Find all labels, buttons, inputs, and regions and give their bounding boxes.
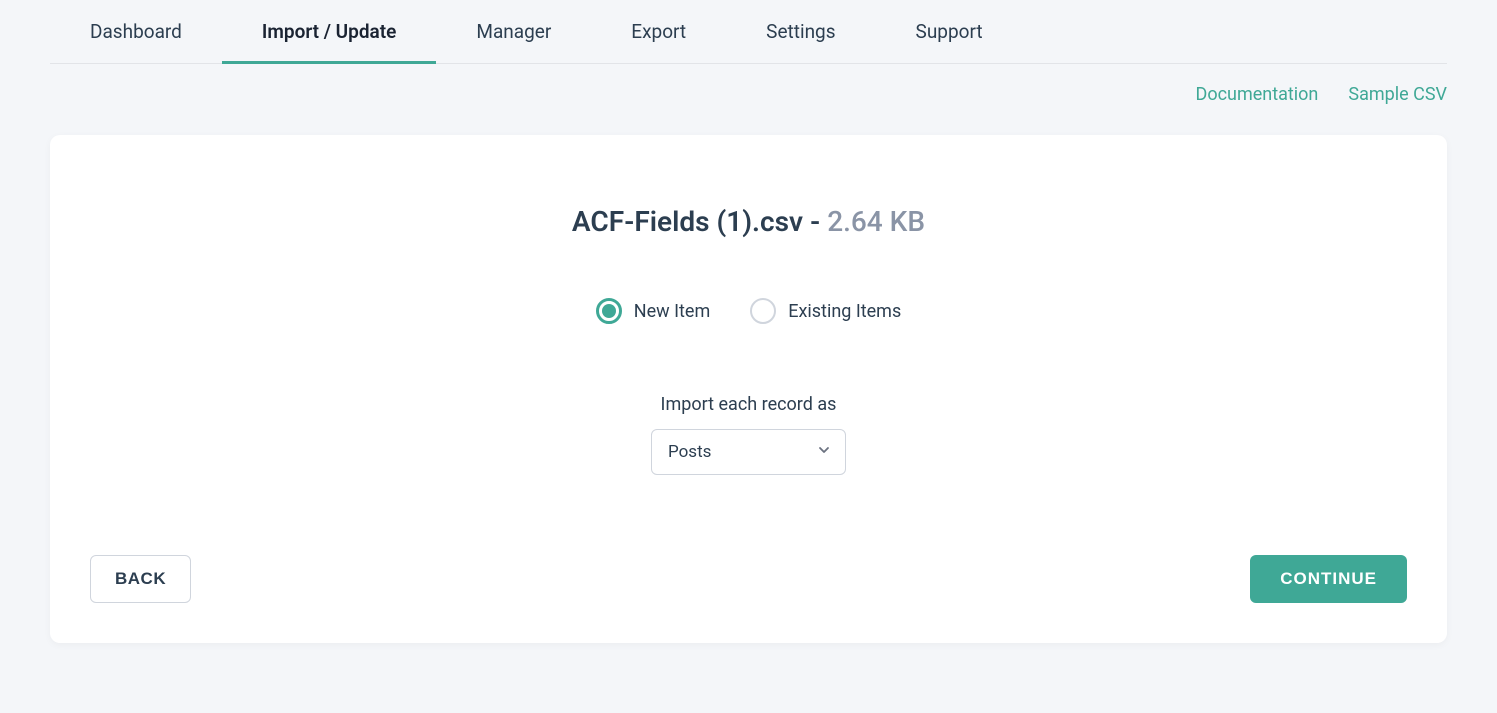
file-title: ACF-Fields (1).csv - 2.64 KB	[90, 205, 1407, 238]
radio-label-existing-items: Existing Items	[788, 301, 901, 322]
sub-links: Documentation Sample CSV	[50, 64, 1447, 125]
select-label: Import each record as	[90, 394, 1407, 415]
tab-import-update[interactable]: Import / Update	[222, 0, 436, 63]
continue-button[interactable]: CONTINUE	[1250, 555, 1407, 603]
radio-existing-items[interactable]: Existing Items	[750, 298, 901, 324]
tab-settings[interactable]: Settings	[726, 0, 875, 63]
radio-circle-icon	[596, 298, 622, 324]
file-separator: -	[803, 205, 827, 238]
tab-manager[interactable]: Manager	[436, 0, 591, 63]
file-name: ACF-Fields (1).csv	[572, 205, 803, 238]
radio-group: New Item Existing Items	[90, 298, 1407, 324]
tab-dashboard[interactable]: Dashboard	[50, 0, 222, 63]
radio-circle-icon	[750, 298, 776, 324]
record-type-select[interactable]: Posts	[651, 429, 846, 475]
radio-new-item[interactable]: New Item	[596, 298, 711, 324]
card-footer: BACK CONTINUE	[90, 555, 1407, 603]
back-button[interactable]: BACK	[90, 555, 191, 603]
radio-label-new-item: New Item	[634, 301, 711, 322]
sample-csv-link[interactable]: Sample CSV	[1348, 84, 1447, 105]
select-section: Import each record as Posts	[90, 394, 1407, 475]
tab-export[interactable]: Export	[591, 0, 726, 63]
tab-support[interactable]: Support	[876, 0, 1023, 63]
radio-inner-icon	[602, 304, 616, 318]
documentation-link[interactable]: Documentation	[1196, 84, 1319, 105]
import-card: ACF-Fields (1).csv - 2.64 KB New Item Ex…	[50, 135, 1447, 643]
file-size: 2.64 KB	[827, 205, 925, 238]
select-wrapper: Posts	[651, 429, 846, 475]
nav-tabs: Dashboard Import / Update Manager Export…	[50, 0, 1447, 64]
